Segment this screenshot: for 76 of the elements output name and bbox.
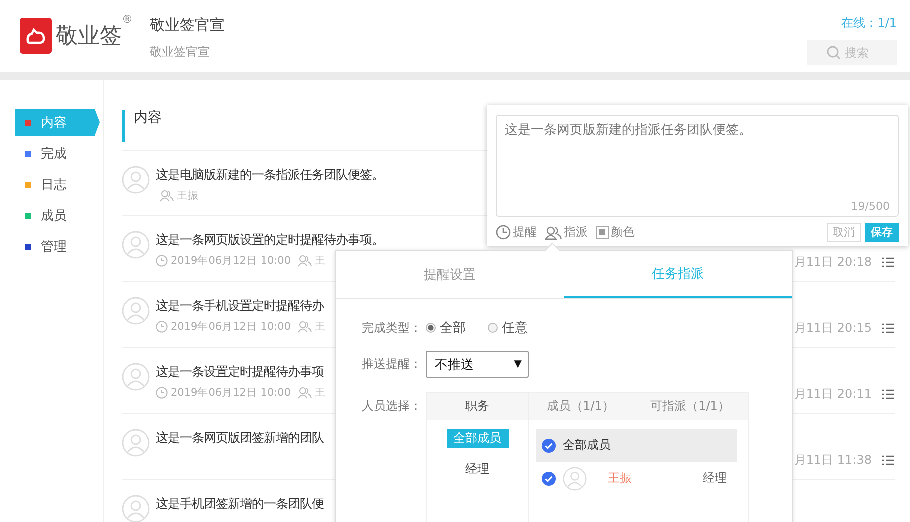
avatar-icon (122, 363, 150, 391)
note-title: 这是一条手机设置定时提醒待办 (156, 297, 326, 315)
checkbox[interactable] (542, 472, 556, 486)
list-icon[interactable] (882, 389, 894, 400)
sidebar-item[interactable]: 日志 (15, 171, 100, 198)
list-icon[interactable] (882, 455, 894, 466)
field-label: 完成类型： (362, 320, 423, 336)
note-title: 这是手机团签新增的一条团队便 (156, 495, 324, 513)
clock-icon (156, 255, 168, 267)
checkbox[interactable] (542, 438, 556, 452)
tab[interactable]: 提醒设置 (336, 251, 564, 298)
logo-icon (20, 18, 52, 54)
search-icon (827, 46, 841, 60)
sidebar-item[interactable]: 管理 (15, 233, 100, 260)
team-title: 敬业签官宣 (150, 16, 225, 35)
team-subtitle: 敬业签官宣 (150, 44, 211, 61)
sidebar-item[interactable]: 内容 (15, 109, 100, 136)
role-item[interactable]: 全部成员 (446, 429, 508, 448)
assignee-name: 王 (315, 254, 326, 268)
field-label: 人员选择： (362, 398, 423, 415)
avatar-icon (122, 429, 150, 457)
radio-option[interactable]: 全部 (426, 319, 466, 337)
list-icon[interactable] (882, 323, 894, 334)
push-select[interactable]: 不推送 ▼ (426, 351, 529, 378)
note-title: 这是一条网页版团签新增的团队 (156, 429, 324, 447)
note-date: 2019年06月12日 10:00 (171, 386, 292, 400)
tab[interactable]: 任务指派 (564, 251, 792, 298)
role-item[interactable]: 经理 (458, 460, 496, 479)
note-title: 这是一条网页版设置的定时提醒待办事项。 (156, 231, 384, 249)
member-name: 全部成员 (563, 437, 611, 454)
avatar-icon (563, 466, 587, 490)
people-icon (160, 190, 174, 202)
clock-icon (156, 321, 168, 333)
note-date: 2019年06月12日 10:00 (171, 320, 292, 334)
clock-icon (496, 225, 511, 240)
sidebar-item[interactable]: 成员 (15, 202, 100, 229)
online-count: 在线：1/1 (842, 15, 897, 32)
avatar-icon (122, 297, 150, 325)
sidebar-item[interactable]: 完成 (15, 140, 100, 167)
assignee-name: 王 (315, 320, 326, 334)
people-icon (298, 321, 312, 333)
list-icon[interactable] (882, 257, 894, 268)
people-icon (298, 255, 312, 267)
note-time: 月11日 20:18 (794, 254, 872, 271)
assignee-name: 王振 (177, 189, 199, 203)
save-button[interactable]: 保存 (865, 223, 899, 242)
note-date: 2019年06月12日 10:00 (171, 254, 292, 268)
search-field[interactable]: 搜索 (807, 40, 897, 65)
assignee-name: 王 (315, 386, 326, 400)
column-header: 成员（1/1） (547, 398, 614, 415)
member-role: 经理 (703, 470, 727, 487)
search-input[interactable]: 搜索 (845, 46, 877, 60)
registered-mark: ® (122, 13, 133, 26)
clock-icon (156, 387, 168, 399)
note-title: 这是一条设置定时提醒待办事项 (156, 363, 325, 381)
note-time: 月11日 20:11 (794, 386, 872, 403)
toolbar-button[interactable]: 提醒 (496, 224, 537, 241)
note-title: 这是电脑版新建的一条指派任务团队便签。 (156, 166, 384, 184)
color-swatch-icon (596, 226, 609, 239)
toolbar-button[interactable]: 指派 (545, 224, 588, 241)
column-header: 可指派（1/1） (650, 398, 730, 415)
radio-option[interactable]: 任意 (488, 319, 528, 337)
note-text-area[interactable]: 这是一条网页版新建的指派任务团队便签。 19/500 (496, 115, 899, 217)
people-icon (545, 226, 562, 240)
toolbar-button[interactable]: 颜色 (596, 224, 635, 241)
people-icon (298, 387, 312, 399)
logo-text: 敬业签 (56, 23, 122, 51)
avatar-icon (122, 166, 150, 194)
character-counter: 19/500 (851, 200, 890, 213)
note-time: 月11日 11:38 (794, 452, 872, 469)
avatar-icon (122, 231, 150, 259)
field-label: 推送提醒： (362, 356, 423, 373)
cancel-button[interactable]: 取消 (827, 223, 861, 242)
member-name: 王振 (608, 470, 632, 487)
column-header: 职务 (466, 398, 490, 415)
note-time: 月11日 20:15 (794, 320, 872, 337)
